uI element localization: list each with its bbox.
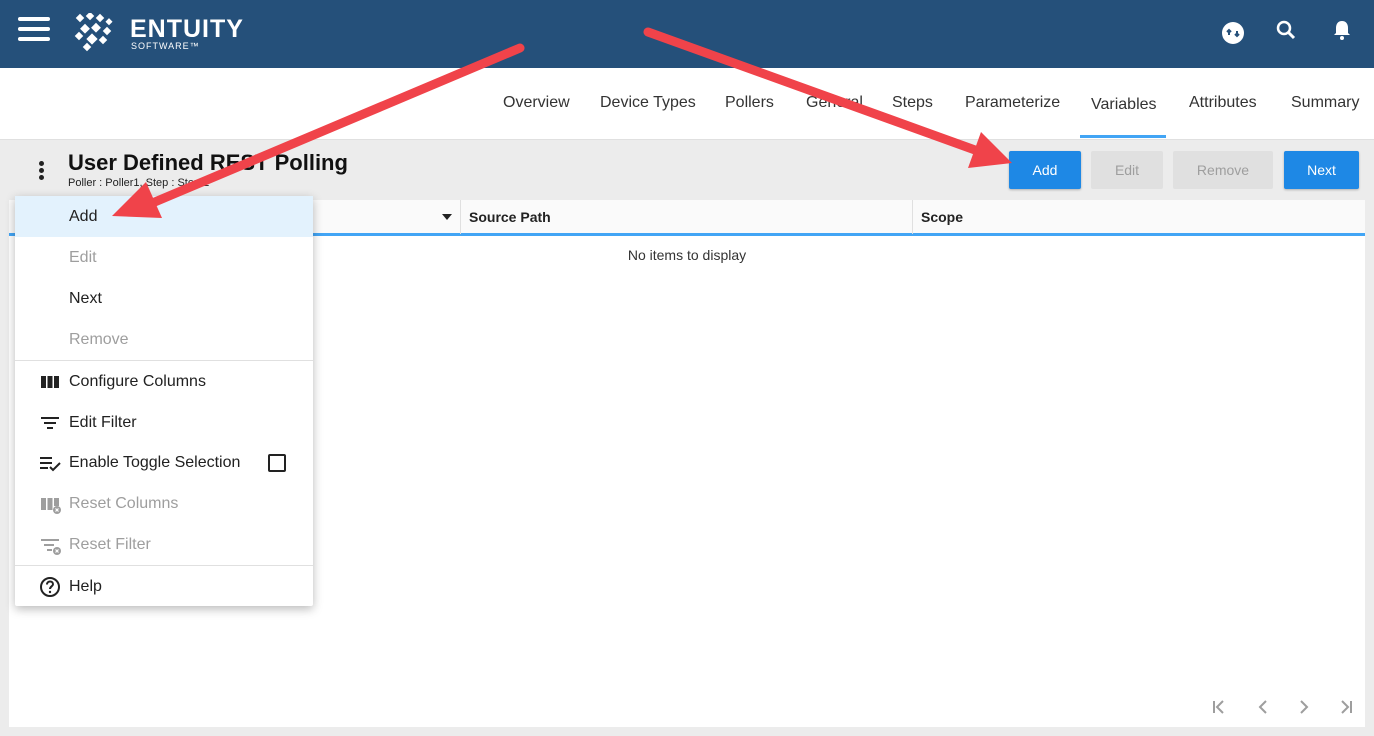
wizard-tab-bar: Overview Device Types Pollers General St… — [0, 68, 1374, 140]
top-app-bar: ENTUITY SOFTWARE™ — [0, 0, 1374, 68]
menu-item-label: Reset Filter — [69, 536, 151, 553]
menu-item-label: Edit — [69, 249, 97, 266]
menu-item-label: Add — [69, 208, 98, 225]
tab-pollers[interactable]: Pollers — [725, 94, 774, 112]
search-icon[interactable] — [1274, 18, 1298, 42]
menu-item-add[interactable]: Add — [15, 196, 313, 237]
column-header-scope[interactable]: Scope — [912, 200, 1365, 234]
prev-page-icon[interactable] — [1253, 697, 1273, 717]
notification-bell-icon[interactable] — [1330, 18, 1354, 42]
tab-steps[interactable]: Steps — [892, 94, 933, 112]
menu-item-label: Help — [69, 578, 102, 595]
tab-summary[interactable]: Summary — [1291, 94, 1359, 112]
page-title: User Defined REST Polling — [68, 150, 348, 175]
menu-item-enable-toggle-selection[interactable]: Enable Toggle Selection — [15, 442, 313, 483]
sort-dropdown-icon[interactable] — [442, 214, 452, 220]
actions-menu: Add Edit Next Remove Configure Columns E… — [15, 196, 313, 606]
menu-item-remove[interactable]: Remove — [15, 319, 313, 360]
reset-filter-icon — [41, 539, 61, 555]
tab-attributes[interactable]: Attributes — [1189, 94, 1257, 112]
active-tab-indicator — [1080, 135, 1166, 138]
menu-item-label: Configure Columns — [69, 373, 206, 390]
filter-icon — [41, 417, 59, 429]
brand-name: ENTUITY — [130, 15, 244, 43]
tab-parameterize[interactable]: Parameterize — [965, 94, 1060, 112]
more-options-icon[interactable] — [33, 160, 49, 182]
first-page-icon[interactable] — [1209, 697, 1229, 717]
toggle-selection-icon — [40, 457, 61, 472]
menu-item-help[interactable]: Help — [15, 566, 313, 607]
next-button[interactable]: Next — [1284, 151, 1359, 189]
tab-variables[interactable]: Variables — [1091, 96, 1157, 114]
menu-item-edit-filter[interactable]: Edit Filter — [15, 402, 313, 443]
help-icon — [40, 577, 60, 597]
page-subtitle: Poller : Poller1, Step : Step 2 — [68, 177, 210, 189]
menu-item-label: Reset Columns — [69, 495, 179, 512]
last-page-icon[interactable] — [1336, 697, 1356, 717]
columns-icon — [41, 376, 59, 388]
switch-user-icon[interactable] — [1221, 21, 1245, 45]
menu-item-reset-columns[interactable]: Reset Columns — [15, 483, 313, 524]
next-page-icon[interactable] — [1294, 697, 1314, 717]
tab-overview[interactable]: Overview — [503, 94, 570, 112]
toggle-selection-checkbox[interactable] — [268, 454, 286, 472]
menu-item-configure-columns[interactable]: Configure Columns — [15, 361, 313, 402]
brand-subtitle: SOFTWARE™ — [131, 41, 200, 51]
tab-general[interactable]: General — [806, 94, 863, 112]
entuity-logo: ENTUITY SOFTWARE™ — [73, 13, 253, 55]
menu-item-label: Enable Toggle Selection — [69, 454, 241, 471]
menu-item-next[interactable]: Next — [15, 278, 313, 319]
remove-button[interactable]: Remove — [1173, 151, 1273, 189]
tab-device-types[interactable]: Device Types — [600, 94, 696, 112]
menu-item-label: Next — [69, 290, 102, 307]
reset-columns-icon — [41, 498, 61, 514]
column-header-source-path[interactable]: Source Path — [460, 200, 912, 234]
menu-item-edit[interactable]: Edit — [15, 237, 313, 278]
menu-icon[interactable] — [18, 17, 50, 41]
menu-item-reset-filter[interactable]: Reset Filter — [15, 524, 313, 565]
logo-mark-icon — [74, 13, 113, 52]
add-button[interactable]: Add — [1009, 151, 1081, 189]
menu-item-label: Edit Filter — [69, 414, 137, 431]
menu-item-label: Remove — [69, 331, 129, 348]
edit-button[interactable]: Edit — [1091, 151, 1163, 189]
